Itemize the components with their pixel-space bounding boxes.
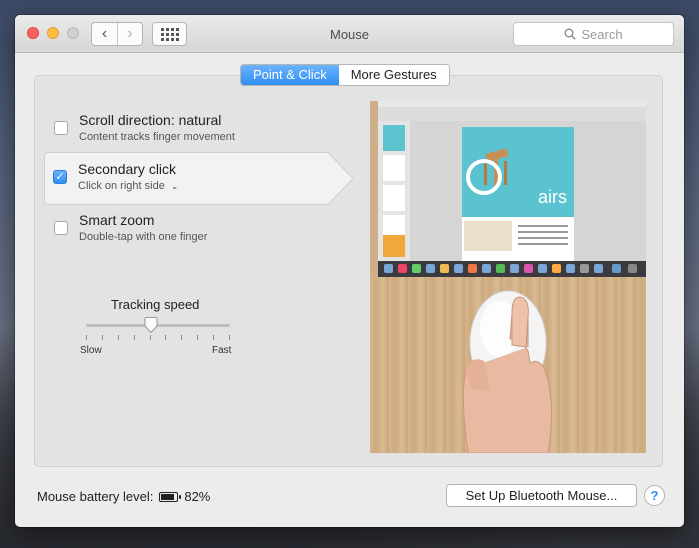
slider-ticks <box>86 335 230 340</box>
slider-tick <box>213 335 214 340</box>
chevron-down-icon: ⌄ <box>170 181 179 191</box>
slider-tick <box>118 335 119 340</box>
gesture-preview: airs <box>370 101 646 453</box>
hand-on-mouse-illustration <box>462 290 553 453</box>
slider-tick <box>229 335 230 340</box>
title-bar: ‹ › Mouse Search <box>15 15 684 53</box>
navigation-buttons: ‹ › <box>91 22 143 46</box>
preferences-window: ‹ › Mouse Search Point & Click More Gest… <box>15 15 684 527</box>
pages-document-illustration: airs <box>378 101 646 277</box>
setup-bluetooth-mouse-button[interactable]: Set Up Bluetooth Mouse... <box>446 484 637 507</box>
option-title: Smart zoom <box>79 212 155 228</box>
zoom-button[interactable] <box>67 27 79 39</box>
battery-status: Mouse battery level: 82% <box>37 489 210 504</box>
option-subtitle: Content tracks finger movement <box>79 131 235 143</box>
search-field[interactable]: Search <box>513 22 674 46</box>
battery-icon <box>159 491 182 502</box>
secondary-click-side-menu[interactable]: Click on right side ⌄ <box>78 180 178 192</box>
battery-label: Mouse battery level: <box>37 489 154 504</box>
tracking-speed-label: Tracking speed <box>111 297 200 312</box>
option-subtitle: Click on right side <box>78 180 165 192</box>
slider-tick <box>181 335 182 340</box>
slider-tick <box>150 335 151 340</box>
tracking-speed-slider[interactable] <box>86 324 230 327</box>
tab-point-and-click[interactable]: Point & Click <box>241 65 339 85</box>
smart-zoom-checkbox[interactable] <box>54 221 68 235</box>
preview-screen: airs <box>378 101 646 277</box>
slider-tick <box>102 335 103 340</box>
slider-tick <box>86 335 87 340</box>
scroll-direction-checkbox[interactable] <box>54 121 68 135</box>
secondary-click-checkbox[interactable]: ✓ <box>53 170 67 184</box>
close-button[interactable] <box>27 27 39 39</box>
slider-tick <box>134 335 135 340</box>
forward-button[interactable]: › <box>117 23 142 45</box>
option-title: Scroll direction: natural <box>79 112 222 128</box>
battery-value: 82% <box>184 489 211 504</box>
slider-min-label: Slow <box>80 345 102 356</box>
tab-more-gestures[interactable]: More Gestures <box>338 65 449 85</box>
minimize-button[interactable] <box>47 27 59 39</box>
option-subtitle: Double-tap with one finger <box>79 231 208 243</box>
help-button[interactable]: ? <box>644 485 665 506</box>
option-title: Secondary click <box>78 161 177 177</box>
slider-max-label: Fast <box>212 345 232 356</box>
slider-knob[interactable] <box>144 317 158 333</box>
slider-tick <box>197 335 198 340</box>
option-secondary-click[interactable]: ✓ Secondary click Click on right side ⌄ <box>44 152 354 205</box>
slider-tick <box>165 335 166 340</box>
search-placeholder: Search <box>581 26 623 42</box>
option-smart-zoom[interactable]: Smart zoom Double-tap with one finger <box>45 207 345 259</box>
document-headline: airs <box>538 187 567 207</box>
search-icon <box>564 28 577 40</box>
preview-desk <box>370 277 646 453</box>
back-button[interactable]: ‹ <box>92 23 117 45</box>
show-all-button[interactable] <box>152 22 187 46</box>
tab-control: Point & Click More Gestures <box>240 64 450 86</box>
